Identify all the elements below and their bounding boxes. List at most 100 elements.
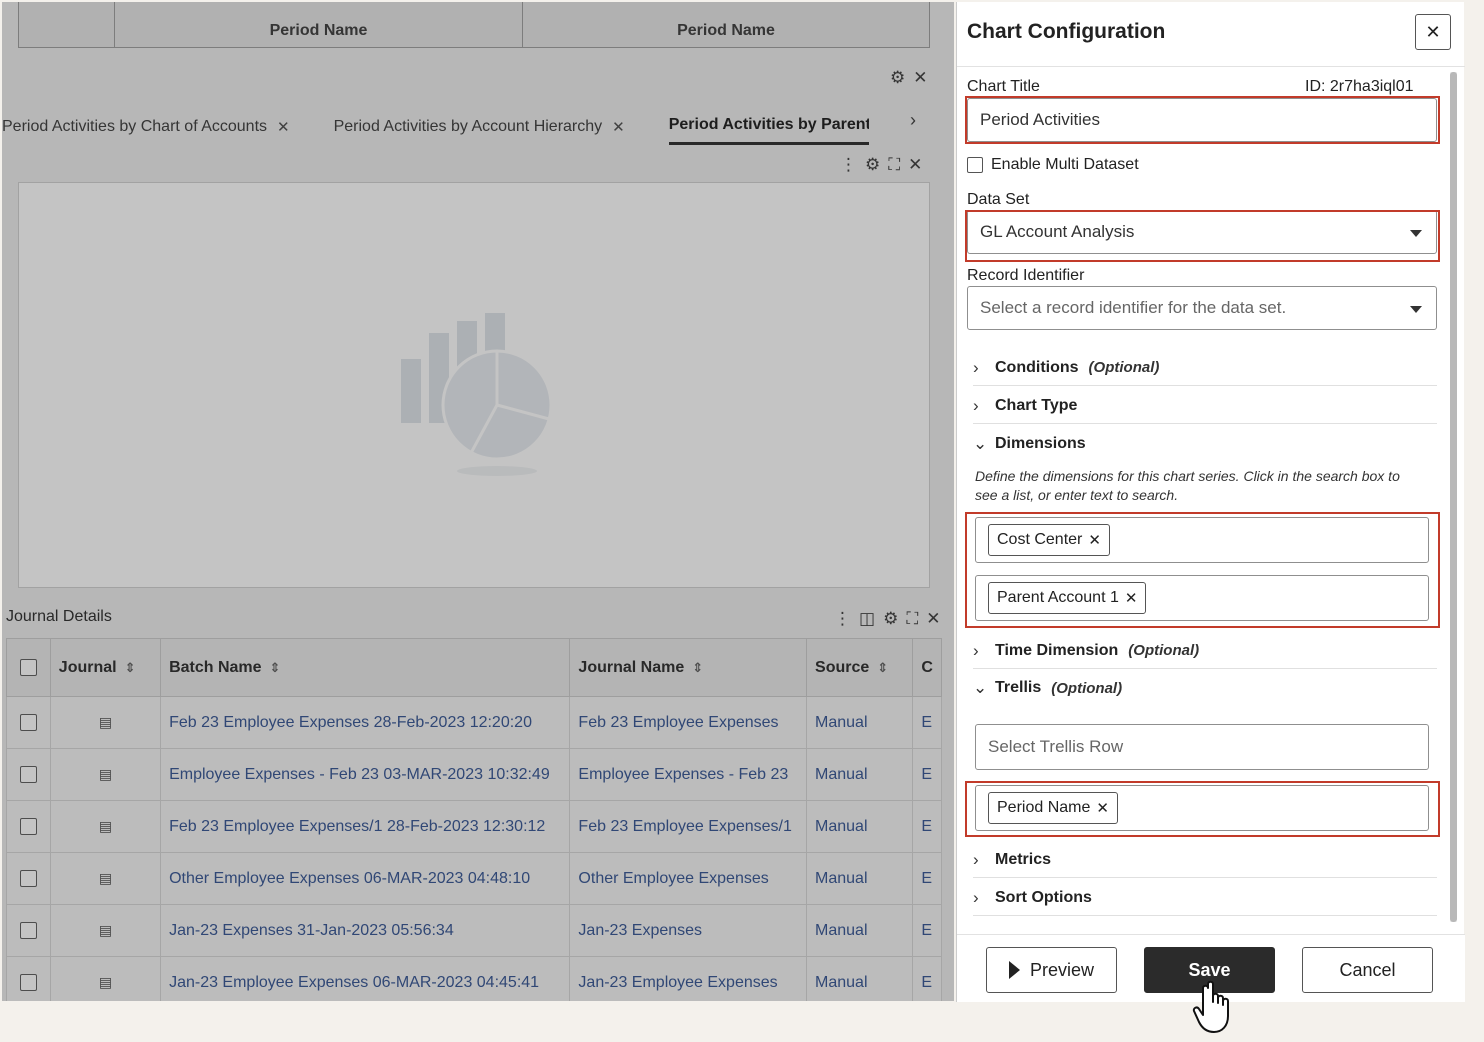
trellis-section[interactable]: ⌄ Trellis (Optional)	[973, 670, 1437, 706]
metrics-section[interactable]: › Metrics	[973, 842, 1437, 878]
row-checkbox[interactable]	[6, 852, 51, 905]
fullscreen-icon[interactable]: ⛶	[888, 155, 900, 175]
section-label: Metrics	[995, 850, 1052, 868]
batch-name-link[interactable]: Jan-23 Expenses 31-Jan-2023 05:56:34	[160, 904, 571, 957]
gear-icon[interactable]: ⚙	[883, 609, 898, 629]
cancel-button[interactable]: Cancel	[1302, 947, 1433, 993]
close-icon[interactable]: ✕	[277, 118, 290, 136]
gear-icon[interactable]: ⚙	[865, 155, 880, 175]
chevron-right-icon[interactable]: ›	[910, 110, 916, 131]
select-all-checkbox[interactable]	[6, 638, 51, 697]
fullscreen-icon[interactable]: ⛶	[906, 609, 918, 629]
document-icon[interactable]: ▤	[49, 800, 162, 853]
journal-name-link[interactable]: Employee Expenses - Feb 23	[569, 748, 808, 801]
table-row[interactable]: ▤ Feb 23 Employee Expenses/1 28-Feb-2023…	[6, 800, 942, 853]
play-icon	[1008, 961, 1020, 979]
column-header-c[interactable]: C	[912, 638, 942, 697]
preview-button[interactable]: Preview	[986, 947, 1117, 993]
chart-type-section[interactable]: › Chart Type	[973, 388, 1437, 424]
more-vertical-icon[interactable]: ⋮	[840, 155, 857, 175]
sort-icon[interactable]: ⇕	[692, 660, 703, 675]
time-dimension-section[interactable]: › Time Dimension (Optional)	[973, 633, 1437, 669]
document-icon[interactable]: ▤	[49, 852, 162, 905]
column-header-source[interactable]: Source ⇕	[806, 638, 914, 697]
tab-label: Period Activities by Account Hierarchy	[333, 117, 603, 135]
document-icon[interactable]: ▤	[49, 748, 162, 801]
dimensions-section[interactable]: ⌄ Dimensions	[973, 426, 1437, 462]
table-row[interactable]: ▤ Jan-23 Expenses 31-Jan-2023 05:56:34 J…	[6, 904, 942, 957]
conditions-section[interactable]: › Conditions (Optional)	[973, 350, 1437, 386]
chart-title-label: Chart Title	[967, 78, 1040, 95]
optional-label: (Optional)	[1051, 679, 1123, 697]
batch-name-link[interactable]: Employee Expenses - Feb 23 03-MAR-2023 1…	[160, 748, 571, 801]
journal-details-title: Journal Details	[6, 608, 112, 625]
close-icon[interactable]: ✕	[913, 68, 927, 88]
table-row[interactable]: ▤ Jan-23 Employee Expenses 06-MAR-2023 0…	[6, 956, 942, 1001]
more-vertical-icon[interactable]: ⋮	[834, 609, 851, 629]
scrollbar-thumb[interactable]	[1450, 72, 1457, 922]
document-icon[interactable]: ▤	[49, 956, 162, 1001]
tab-parent[interactable]: Period Activities by Parent	[668, 102, 869, 145]
column-header-journal[interactable]: Journal ⇕	[49, 638, 162, 697]
panel-icon[interactable]: ◫	[859, 609, 875, 629]
tab-account-hierarchy[interactable]: Period Activities by Account Hierarchy ✕	[334, 102, 625, 145]
close-icon[interactable]: ✕	[926, 609, 940, 629]
close-button[interactable]: ✕	[1415, 14, 1451, 50]
sort-icon[interactable]: ⇕	[125, 660, 136, 675]
enable-multi-dataset-checkbox[interactable]: Enable Multi Dataset	[967, 156, 1139, 174]
chart-toolbar: ⋮ ⚙ ⛶ ✕	[840, 155, 922, 175]
c-cell: E	[912, 904, 942, 957]
row-checkbox[interactable]	[6, 904, 51, 957]
c-cell: E	[912, 800, 942, 853]
row-checkbox[interactable]	[6, 800, 51, 853]
section-label: Trellis	[995, 679, 1042, 696]
chevron-right-icon: ›	[973, 849, 979, 869]
trellis-row-input[interactable]: Select Trellis Row	[975, 724, 1429, 770]
table-row[interactable]: ▤ Employee Expenses - Feb 23 03-MAR-2023…	[6, 748, 942, 801]
tab-bar: Period Activities by Chart of Accounts ✕…	[2, 102, 942, 146]
journal-name-link[interactable]: Feb 23 Employee Expenses/1	[569, 800, 808, 853]
scrollbar[interactable]	[1450, 72, 1457, 922]
close-icon[interactable]: ✕	[908, 155, 922, 175]
journal-name-link[interactable]: Other Employee Expenses	[569, 852, 808, 905]
table-row[interactable]: ▤ Other Employee Expenses 06-MAR-2023 04…	[6, 852, 942, 905]
chart-placeholder-icon	[401, 313, 553, 476]
batch-name-link[interactable]: Jan-23 Employee Expenses 06-MAR-2023 04:…	[160, 956, 571, 1001]
journal-name-link[interactable]: Jan-23 Employee Expenses	[569, 956, 808, 1001]
table-header-cell[interactable]: Period Name	[115, 2, 523, 47]
row-checkbox[interactable]	[6, 748, 51, 801]
section-label: Chart Type	[995, 396, 1078, 414]
column-header-journal-name[interactable]: Journal Name ⇕	[569, 638, 808, 697]
row-checkbox[interactable]	[6, 696, 51, 749]
sort-options-section[interactable]: › Sort Options	[973, 880, 1437, 916]
source-cell: Manual	[806, 904, 914, 957]
highlight-box	[965, 96, 1440, 144]
table-row[interactable]: ▤ Feb 23 Employee Expenses 28-Feb-2023 1…	[6, 696, 942, 749]
batch-name-link[interactable]: Feb 23 Employee Expenses 28-Feb-2023 12:…	[160, 696, 571, 749]
journal-name-link[interactable]: Jan-23 Expenses	[569, 904, 808, 957]
panel-title: Chart Configuration	[967, 20, 1166, 43]
checkbox-label: Enable Multi Dataset	[991, 156, 1139, 173]
chevron-right-icon: ›	[973, 640, 979, 660]
chevron-down-icon: ⌄	[973, 678, 988, 697]
sort-icon[interactable]: ⇕	[877, 660, 888, 675]
batch-name-link[interactable]: Other Employee Expenses 06-MAR-2023 04:4…	[160, 852, 571, 905]
section-label: Dimensions	[995, 435, 1086, 452]
highlight-box	[965, 781, 1440, 837]
tab-chart-of-accounts[interactable]: Period Activities by Chart of Accounts ✕	[2, 102, 290, 145]
gear-icon[interactable]: ⚙	[890, 68, 905, 88]
journal-name-link[interactable]: Feb 23 Employee Expenses	[569, 696, 808, 749]
chevron-down-icon: ⌄	[973, 434, 988, 453]
checkbox[interactable]	[967, 157, 983, 173]
column-header-batch-name[interactable]: Batch Name ⇕	[160, 638, 571, 697]
tab-label: Period Activities by Parent	[668, 116, 869, 133]
sort-icon[interactable]: ⇕	[270, 660, 281, 675]
highlight-box	[965, 512, 1440, 628]
close-icon[interactable]: ✕	[612, 118, 625, 136]
document-icon[interactable]: ▤	[49, 904, 162, 957]
row-checkbox[interactable]	[6, 956, 51, 1001]
table-header-cell[interactable]: Period Name	[523, 2, 929, 47]
record-identifier-select[interactable]: Select a record identifier for the data …	[967, 286, 1437, 330]
document-icon[interactable]: ▤	[49, 696, 162, 749]
batch-name-link[interactable]: Feb 23 Employee Expenses/1 28-Feb-2023 1…	[160, 800, 571, 853]
